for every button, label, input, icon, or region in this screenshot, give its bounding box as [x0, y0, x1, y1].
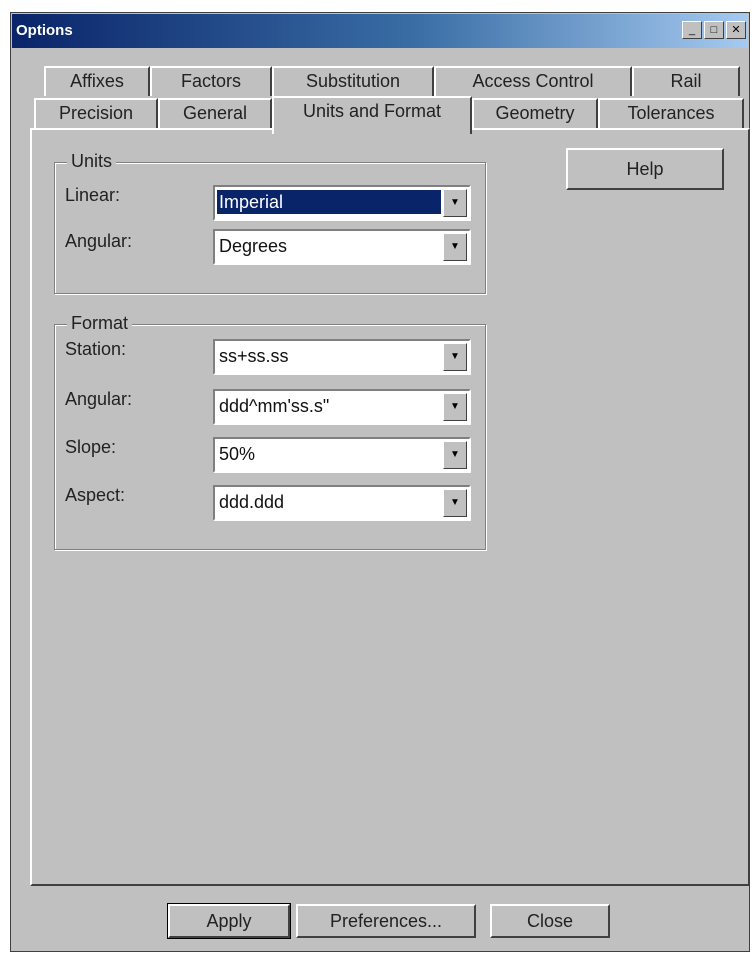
- slope-value: 50%: [219, 444, 256, 464]
- tab-geometry[interactable]: Geometry: [472, 98, 598, 128]
- tab-panel: Help Units Linear: Imperial ▼ Angular: D…: [30, 128, 750, 886]
- tab-substitution[interactable]: Substitution: [272, 66, 434, 96]
- format-group: Format Station: ss+ss.ss ▼ Angular: ddd^…: [54, 313, 486, 550]
- chevron-down-icon[interactable]: ▼: [443, 393, 467, 421]
- tab-precision[interactable]: Precision: [34, 98, 158, 128]
- aspect-value: ddd.ddd: [219, 492, 285, 512]
- tab-access-control[interactable]: Access Control: [434, 66, 632, 96]
- angular-units-value: Degrees: [219, 236, 288, 256]
- station-value: ss+ss.ss: [219, 346, 289, 366]
- close-button[interactable]: Close: [490, 904, 610, 938]
- slope-label: Slope:: [65, 437, 117, 457]
- linear-value: Imperial: [217, 190, 441, 214]
- angular-format-value: ddd^mm'ss.s": [219, 396, 330, 416]
- slope-select[interactable]: 50% ▼: [213, 437, 471, 473]
- angular-units-label: Angular:: [65, 231, 133, 251]
- close-window-button[interactable]: ✕: [726, 21, 746, 39]
- aspect-select[interactable]: ddd.ddd ▼: [213, 485, 471, 521]
- angular-format-label: Angular:: [65, 389, 133, 409]
- linear-label: Linear:: [65, 185, 121, 205]
- window-title: Options: [16, 22, 73, 39]
- tab-tolerances[interactable]: Tolerances: [598, 98, 744, 128]
- station-label: Station:: [65, 339, 127, 359]
- station-select[interactable]: ss+ss.ss ▼: [213, 339, 471, 375]
- maximize-button[interactable]: □: [704, 21, 724, 39]
- chevron-down-icon[interactable]: ▼: [443, 441, 467, 469]
- units-group: Units Linear: Imperial ▼ Angular: Degree…: [54, 151, 486, 294]
- aspect-label: Aspect:: [65, 485, 126, 505]
- angular-units-select[interactable]: Degrees ▼: [213, 229, 471, 265]
- format-legend: Format: [67, 313, 133, 334]
- preferences-button[interactable]: Preferences...: [296, 904, 476, 938]
- tab-affixes[interactable]: Affixes: [44, 66, 150, 96]
- chevron-down-icon[interactable]: ▼: [443, 189, 467, 217]
- minimize-button[interactable]: _: [682, 21, 702, 39]
- chevron-down-icon[interactable]: ▼: [443, 489, 467, 517]
- help-button[interactable]: Help: [566, 148, 724, 190]
- tab-factors[interactable]: Factors: [150, 66, 272, 96]
- title-bar[interactable]: Options _ □ ✕: [12, 14, 748, 48]
- angular-format-select[interactable]: ddd^mm'ss.s" ▼: [213, 389, 471, 425]
- chevron-down-icon[interactable]: ▼: [443, 233, 467, 261]
- apply-button[interactable]: Apply: [167, 903, 291, 939]
- chevron-down-icon[interactable]: ▼: [443, 343, 467, 371]
- linear-select[interactable]: Imperial ▼: [213, 185, 471, 221]
- tab-rail[interactable]: Rail: [632, 66, 740, 96]
- tab-units-and-format[interactable]: Units and Format: [272, 96, 472, 134]
- tab-general[interactable]: General: [158, 98, 272, 128]
- units-legend: Units: [67, 151, 117, 172]
